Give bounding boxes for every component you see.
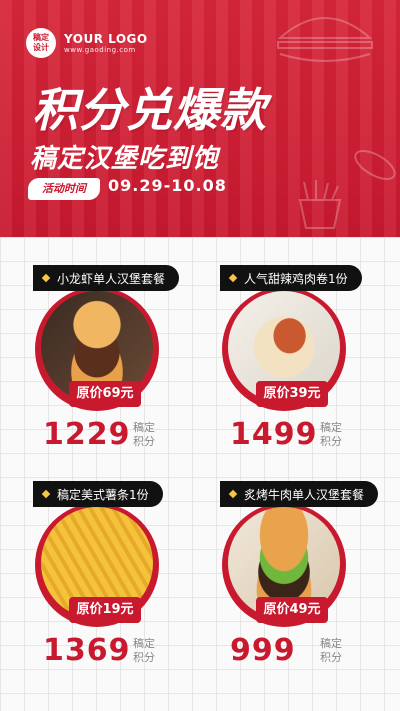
brand-logo: 稿定 设计 YOUR LOGO www.gaoding.com <box>26 28 148 58</box>
points-value: 1229 <box>43 417 131 452</box>
product-name-pill: 小龙虾单人汉堡套餐 <box>33 265 180 291</box>
page-title: 积分兑爆款 <box>32 83 267 137</box>
points-value: 1499 <box>230 417 318 452</box>
points-unit: 稿定 积分 <box>320 421 342 449</box>
unit-line1: 稿定 <box>133 421 155 434</box>
logo-badge: 稿定 设计 <box>26 28 56 58</box>
page-subtitle: 稿定汉堡吃到饱 <box>30 144 220 174</box>
unit-line2: 积分 <box>133 651 155 664</box>
diamond-icon <box>41 273 51 283</box>
logo-site: www.gaoding.com <box>64 46 136 54</box>
unit-line2: 积分 <box>320 435 342 448</box>
points-value: 1369 <box>43 633 131 668</box>
logo-badge-line1: 稿定 <box>33 33 49 42</box>
header-banner: 稿定 设计 YOUR LOGO www.gaoding.com 积分兑爆款 稿定… <box>0 0 400 237</box>
product-name-pill: 炙烤牛肉单人汉堡套餐 <box>220 481 379 507</box>
unit-line1: 稿定 <box>320 637 342 650</box>
diamond-icon <box>41 489 51 499</box>
product-name-pill: 人气甜辣鸡肉卷1份 <box>220 265 362 291</box>
logo-badge-line2: 设计 <box>33 43 49 52</box>
logo-name: YOUR LOGO <box>64 32 148 46</box>
product-name: 炙烤牛肉单人汉堡套餐 <box>244 487 365 502</box>
diamond-icon <box>228 273 238 283</box>
unit-line1: 稿定 <box>133 637 155 650</box>
product-name: 小龙虾单人汉堡套餐 <box>57 271 166 286</box>
points-unit: 稿定 积分 <box>133 637 155 665</box>
promo-page: 稿定 设计 YOUR LOGO www.gaoding.com 积分兑爆款 稿定… <box>0 0 400 711</box>
event-time-badge: 活动时间 <box>28 178 100 200</box>
original-price: 原价39元 <box>256 381 328 407</box>
points-value: 999 <box>230 633 296 668</box>
original-price: 原价19元 <box>69 597 141 623</box>
hotdog-outline-icon <box>354 150 396 180</box>
product-card-2[interactable]: 人气甜辣鸡肉卷1份 原价39元 1499 稿定 积分 <box>220 265 380 475</box>
original-price: 原价69元 <box>69 381 141 407</box>
unit-line2: 积分 <box>133 435 155 448</box>
points-unit: 稿定 积分 <box>133 421 155 449</box>
points-unit: 稿定 积分 <box>320 637 342 665</box>
fries-outline-icon <box>298 180 342 229</box>
original-price: 原价49元 <box>256 597 328 623</box>
product-name-pill: 稿定美式薯条1份 <box>33 481 163 507</box>
diamond-icon <box>228 489 238 499</box>
product-card-1[interactable]: 小龙虾单人汉堡套餐 原价69元 1229 稿定 积分 <box>33 265 193 475</box>
product-name: 人气甜辣鸡肉卷1份 <box>244 271 348 286</box>
event-date-range: 09.29-10.08 <box>108 176 227 195</box>
unit-line2: 积分 <box>320 651 342 664</box>
product-card-4[interactable]: 炙烤牛肉单人汉堡套餐 原价49元 999 稿定 积分 <box>220 481 380 691</box>
product-name: 稿定美式薯条1份 <box>57 487 149 502</box>
product-card-3[interactable]: 稿定美式薯条1份 原价19元 1369 稿定 积分 <box>33 481 193 691</box>
burger-outline-icon <box>277 17 373 62</box>
unit-line1: 稿定 <box>320 421 342 434</box>
